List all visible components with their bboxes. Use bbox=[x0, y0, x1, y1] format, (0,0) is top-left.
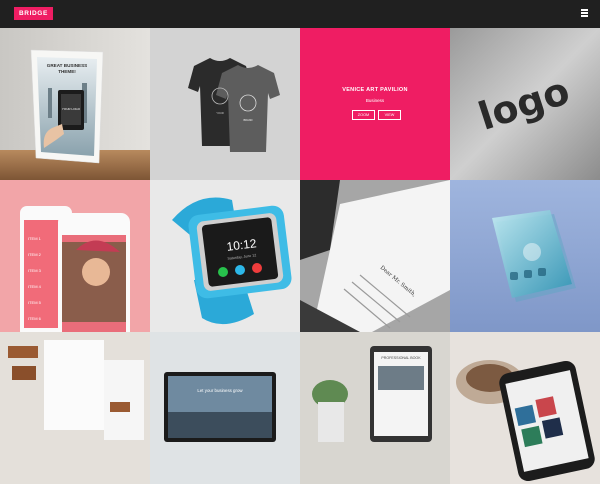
phones-mockup-image: ITEM 1 ITEM 2 ITEM 3 ITEM 4 ITEM 5 ITEM … bbox=[0, 180, 150, 332]
portfolio-item-logo-3d[interactable]: logo bbox=[450, 28, 600, 180]
portfolio-item-phones[interactable]: ITEM 1 ITEM 2 ITEM 3 ITEM 4 ITEM 5 ITEM … bbox=[0, 180, 150, 332]
watch-mockup-image: 10:12 Saturday, June 12 bbox=[150, 180, 300, 332]
app-layers-image bbox=[450, 180, 600, 332]
tablet-mockup-image: PROFESSIONAL BOOK bbox=[300, 332, 450, 484]
phone-menu-item: ITEM 4 bbox=[28, 284, 42, 289]
portfolio-item-featured[interactable]: VENICE ART PAVILION Business ZOOM VIEW bbox=[300, 28, 450, 180]
portfolio-item-stationery[interactable] bbox=[0, 332, 150, 484]
featured-category[interactable]: Business bbox=[300, 98, 450, 103]
portfolio-item-app-layers[interactable] bbox=[450, 180, 600, 332]
letter-mockup-image: Dear Mr. Smith, bbox=[300, 180, 450, 332]
portfolio-item-laptop[interactable]: Let your business grow bbox=[150, 332, 300, 484]
portfolio-item-tshirts[interactable]: YOUR BRAND bbox=[150, 28, 300, 180]
tablet-title: PROFESSIONAL BOOK bbox=[381, 356, 421, 360]
tshirt-print-2: BRAND bbox=[243, 118, 252, 122]
phone-menu-item: ITEM 1 bbox=[28, 236, 42, 241]
tshirt-print-1: YOUR bbox=[216, 111, 224, 115]
stationery-mockup-image bbox=[0, 332, 150, 484]
poster-mockup-image: GREAT BUSINESS THEME! YOUR LOGO bbox=[0, 28, 150, 180]
view-button[interactable]: VIEW bbox=[378, 110, 401, 120]
portfolio-item-poster[interactable]: GREAT BUSINESS THEME! YOUR LOGO bbox=[0, 28, 150, 180]
zoom-button[interactable]: ZOOM bbox=[352, 110, 375, 120]
poster-headline-1: GREAT BUSINESS bbox=[47, 63, 88, 68]
portfolio-item-watch[interactable]: 10:12 Saturday, June 12 bbox=[150, 180, 300, 332]
top-bar: BRIDGE bbox=[0, 0, 600, 28]
phone-menu-item: ITEM 3 bbox=[28, 268, 42, 273]
logo-3d-image: logo bbox=[450, 28, 600, 180]
logo[interactable]: BRIDGE bbox=[14, 7, 53, 20]
tshirt-mockup-image: YOUR BRAND bbox=[150, 28, 300, 180]
portfolio-item-letter[interactable]: Dear Mr. Smith, bbox=[300, 180, 450, 332]
poster-headline-2: THEME! bbox=[58, 69, 76, 74]
hamburger-icon[interactable] bbox=[581, 9, 588, 19]
laptop-headline: Let your business grow bbox=[197, 388, 243, 393]
phone-menu-item: ITEM 6 bbox=[28, 316, 42, 321]
phone-menu-item: ITEM 2 bbox=[28, 252, 42, 257]
poster-badge: YOUR LOGO bbox=[62, 107, 81, 111]
phone-menu-item: ITEM 5 bbox=[28, 300, 42, 305]
portfolio-item-tablet[interactable]: PROFESSIONAL BOOK bbox=[300, 332, 450, 484]
featured-title[interactable]: VENICE ART PAVILION bbox=[300, 87, 450, 93]
laptop-mockup-image: Let your business grow bbox=[150, 332, 300, 484]
phone-coffee-image bbox=[450, 332, 600, 484]
portfolio-grid: GREAT BUSINESS THEME! YOUR LOGO YOUR BRA… bbox=[0, 28, 600, 484]
portfolio-item-phone-coffee[interactable] bbox=[450, 332, 600, 484]
